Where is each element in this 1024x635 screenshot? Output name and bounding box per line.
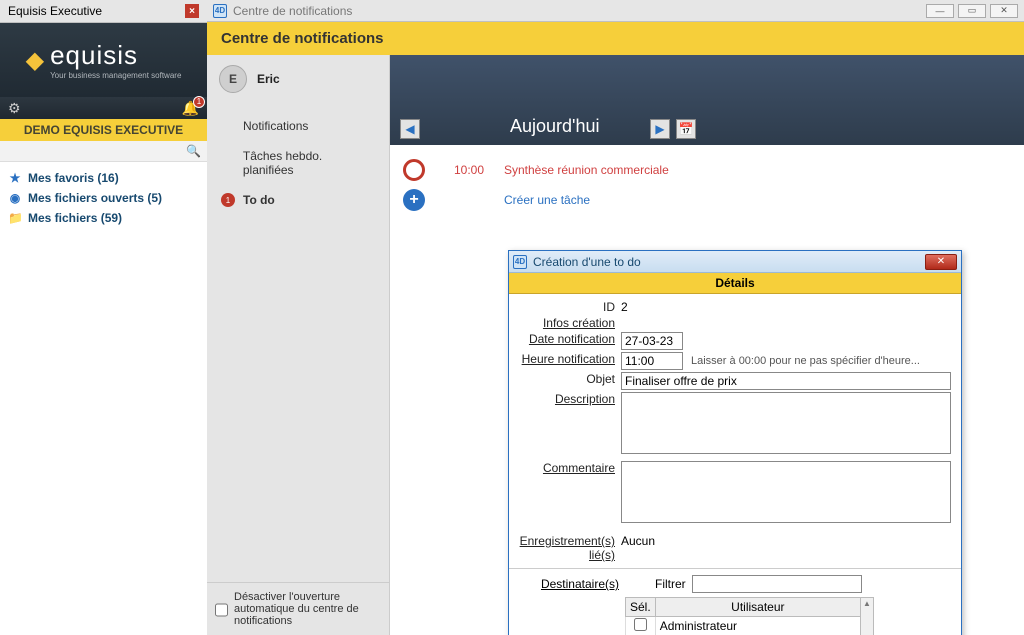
star-icon: ★ bbox=[8, 171, 22, 185]
dialog-header: Détails bbox=[509, 273, 961, 294]
main-panel: 4D Centre de notifications — ▭ ✕ Centre … bbox=[207, 0, 1024, 635]
prev-day-button[interactable]: ◀ bbox=[400, 119, 420, 139]
folder-icon: 📁 bbox=[8, 211, 22, 225]
nav-label: Tâches hebdo. planifiées bbox=[243, 149, 375, 177]
left-toolbar: ⚙ 🔔1 bbox=[0, 97, 207, 119]
avatar: E bbox=[219, 65, 247, 93]
calendar-header: ◀ Aujourd'hui ▶ 📅 bbox=[390, 55, 1024, 145]
label-id: ID bbox=[513, 300, 621, 314]
notification-badge: 1 bbox=[193, 96, 205, 108]
dialog-titlebar[interactable]: 4D Création d'une to do ✕ bbox=[509, 251, 961, 273]
user-row: E Eric bbox=[207, 55, 389, 103]
label-liens[interactable]: Enregistrement(s) lié(s) bbox=[513, 534, 621, 562]
left-panel-titlebar: Equisis Executive × bbox=[0, 0, 207, 23]
search-icon: 🔍 bbox=[186, 144, 201, 158]
user-checkbox[interactable] bbox=[634, 618, 647, 631]
close-icon[interactable]: × bbox=[185, 4, 199, 18]
app-icon: 4D bbox=[513, 255, 527, 269]
col-sel: Sél. bbox=[626, 598, 656, 617]
nav-weekly-tasks[interactable]: Tâches hebdo. planifiées bbox=[207, 141, 389, 185]
logo-glyph-icon: ◆ bbox=[26, 46, 44, 75]
task-circle-icon bbox=[403, 159, 425, 181]
bell-icon[interactable]: 🔔1 bbox=[182, 100, 199, 117]
label-infos[interactable]: Infos création bbox=[513, 316, 621, 330]
calendar-title: Aujourd'hui bbox=[510, 116, 600, 137]
disable-auto-open-label: Désactiver l'ouverture automatique du ce… bbox=[234, 591, 381, 627]
maximize-button[interactable]: ▭ bbox=[958, 4, 986, 18]
time-input[interactable] bbox=[621, 352, 683, 370]
tree-item-label: Mes fichiers (59) bbox=[28, 211, 122, 225]
center-nav: E Eric Notifications Tâches hebdo. plani… bbox=[207, 55, 390, 635]
nav-footer: Désactiver l'ouverture automatique du ce… bbox=[207, 582, 389, 635]
main-window-titlebar: 4D Centre de notifications — ▭ ✕ bbox=[207, 0, 1024, 22]
create-todo-dialog: 4D Création d'une to do ✕ Détails ID 2 I… bbox=[508, 250, 962, 635]
time-hint: Laisser à 00:00 pour ne pas spécifier d'… bbox=[691, 355, 920, 367]
window-close-button[interactable]: ✕ bbox=[990, 4, 1018, 18]
minimize-button[interactable]: — bbox=[926, 4, 954, 18]
dialog-title: Création d'une to do bbox=[533, 255, 641, 269]
app-icon: 4D bbox=[213, 4, 227, 18]
comment-textarea[interactable] bbox=[621, 461, 951, 523]
demo-banner: DEMO EQUISIS EXECUTIVE bbox=[0, 119, 207, 141]
left-panel-title: Equisis Executive bbox=[8, 4, 102, 18]
left-tree: ★ Mes favoris (16) ◉ Mes fichiers ouvert… bbox=[0, 162, 207, 635]
table-scrollbar[interactable] bbox=[860, 597, 874, 635]
create-task-row[interactable]: + Créer une tâche bbox=[394, 185, 1020, 215]
plus-icon: + bbox=[403, 189, 425, 211]
left-panel: Equisis Executive × ◆ equisis Your busin… bbox=[0, 0, 207, 635]
tree-item-open-files[interactable]: ◉ Mes fichiers ouverts (5) bbox=[8, 188, 199, 208]
dialog-close-button[interactable]: ✕ bbox=[925, 254, 957, 270]
value-id: 2 bbox=[621, 300, 628, 314]
app-logo: ◆ equisis Your business management softw… bbox=[0, 23, 207, 97]
user-name: Eric bbox=[257, 72, 280, 86]
task-list: 10:00 Synthèse réunion commerciale + Cré… bbox=[390, 145, 1024, 225]
task-text: Synthèse réunion commerciale bbox=[504, 163, 669, 177]
next-day-button[interactable]: ▶ bbox=[650, 119, 670, 139]
label-description: Description bbox=[513, 392, 621, 406]
table-row[interactable]: Administrateur bbox=[626, 617, 861, 635]
calendar-picker-button[interactable]: 📅 bbox=[676, 119, 696, 139]
label-objet: Objet bbox=[513, 372, 621, 386]
value-liens: Aucun bbox=[621, 534, 655, 548]
nav-label: To do bbox=[243, 193, 275, 207]
logo-subtext: Your business management software bbox=[50, 71, 181, 80]
subject-input[interactable] bbox=[621, 372, 951, 390]
tree-item-label: Mes favoris (16) bbox=[28, 171, 119, 185]
create-task-text: Créer une tâche bbox=[504, 193, 590, 207]
eye-icon: ◉ bbox=[8, 191, 22, 205]
nav-notifications[interactable]: Notifications bbox=[207, 111, 389, 141]
nav-label: Notifications bbox=[243, 119, 308, 133]
description-textarea[interactable] bbox=[621, 392, 951, 454]
tree-item-favorites[interactable]: ★ Mes favoris (16) bbox=[8, 168, 199, 188]
task-time: 10:00 bbox=[434, 163, 504, 177]
notifications-header: Centre de notifications bbox=[207, 22, 1024, 55]
label-destinataires: Destinataire(s) bbox=[517, 577, 625, 591]
label-commentaire: Commentaire bbox=[513, 461, 621, 475]
window-title: Centre de notifications bbox=[233, 4, 352, 18]
search-bar[interactable]: 🔍 bbox=[0, 141, 207, 162]
task-row[interactable]: 10:00 Synthèse réunion commerciale bbox=[394, 155, 1020, 185]
label-heure: Heure notification bbox=[513, 352, 621, 366]
date-input[interactable] bbox=[621, 332, 683, 350]
logo-text: equisis bbox=[50, 40, 138, 71]
disable-auto-open-checkbox[interactable] bbox=[215, 593, 228, 627]
user-cell: Administrateur bbox=[655, 617, 860, 635]
col-user: Utilisateur bbox=[655, 598, 860, 617]
filter-input[interactable] bbox=[692, 575, 862, 593]
users-table: Sél. Utilisateur Administrateur Eric Jon… bbox=[625, 597, 861, 635]
tree-item-my-files[interactable]: 📁 Mes fichiers (59) bbox=[8, 208, 199, 228]
tree-item-label: Mes fichiers ouverts (5) bbox=[28, 191, 162, 205]
gear-icon[interactable]: ⚙ bbox=[8, 100, 21, 117]
label-date: Date notification bbox=[513, 332, 621, 346]
label-filtrer: Filtrer bbox=[655, 577, 686, 591]
todo-count-badge: 1 bbox=[221, 193, 235, 207]
nav-todo[interactable]: 1 To do bbox=[207, 185, 389, 215]
content-area: ◀ Aujourd'hui ▶ 📅 10:00 Synthèse réunion… bbox=[390, 55, 1024, 635]
